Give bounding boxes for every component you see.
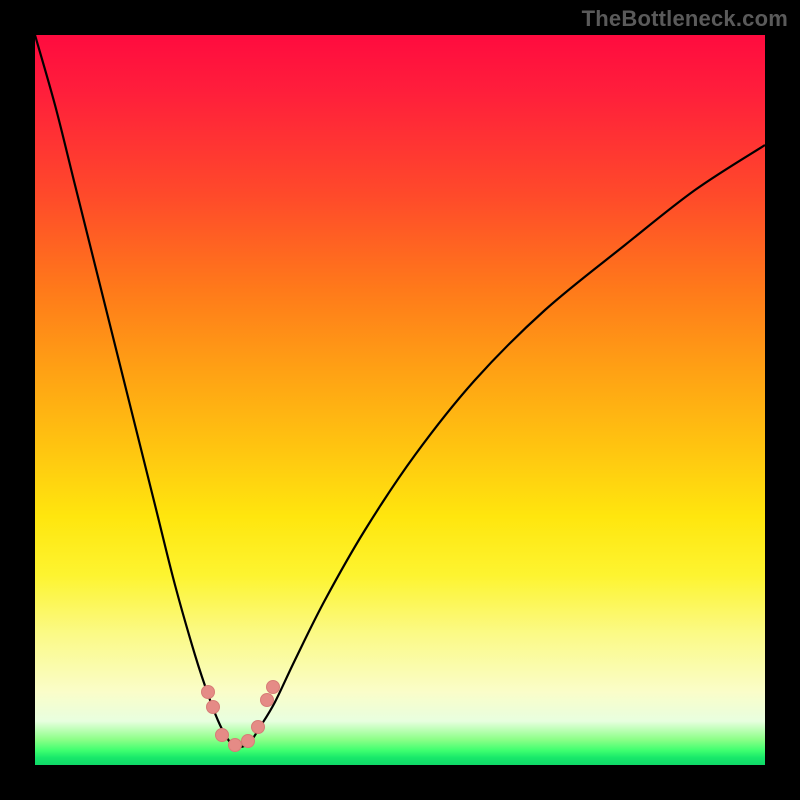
curve-marker	[202, 686, 215, 699]
watermark-text: TheBottleneck.com	[582, 6, 788, 32]
curve-marker	[252, 721, 265, 734]
curve-marker	[229, 739, 242, 752]
curve-marker	[267, 681, 280, 694]
curve-marker	[261, 694, 274, 707]
curve-marker	[216, 729, 229, 742]
curve-marker	[207, 701, 220, 714]
curve-marker	[242, 735, 255, 748]
chart-frame: TheBottleneck.com	[0, 0, 800, 800]
curve-layer	[35, 35, 765, 765]
bottleneck-curve	[35, 35, 765, 747]
